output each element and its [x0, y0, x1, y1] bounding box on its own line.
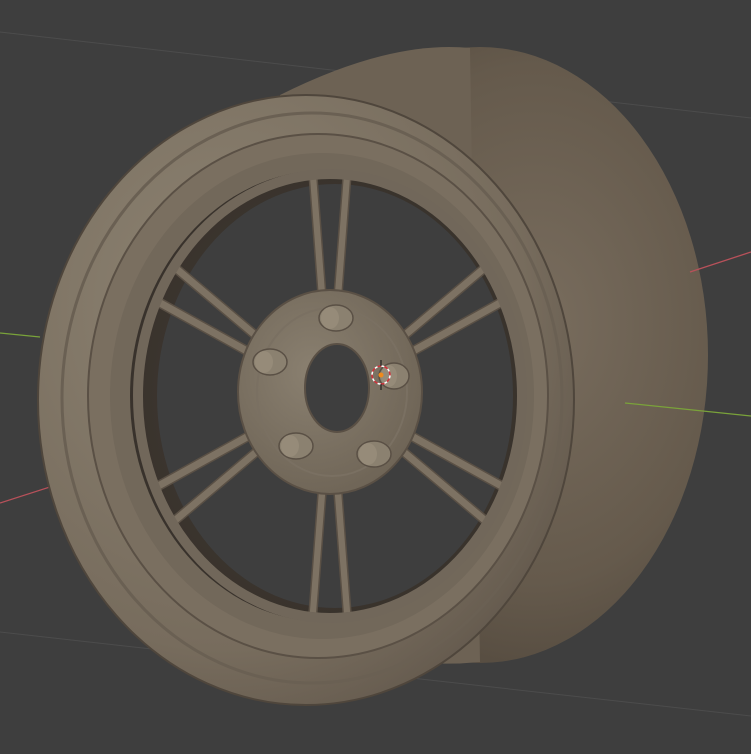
center-bore [304, 343, 370, 433]
3d-viewport[interactable] [0, 0, 751, 754]
object-origin [378, 372, 384, 378]
lug-nut [356, 440, 392, 468]
lug-nut [252, 348, 288, 376]
lug-nut [278, 432, 314, 460]
viewport-canvas[interactable] [0, 0, 751, 754]
lug-nut [318, 304, 354, 332]
